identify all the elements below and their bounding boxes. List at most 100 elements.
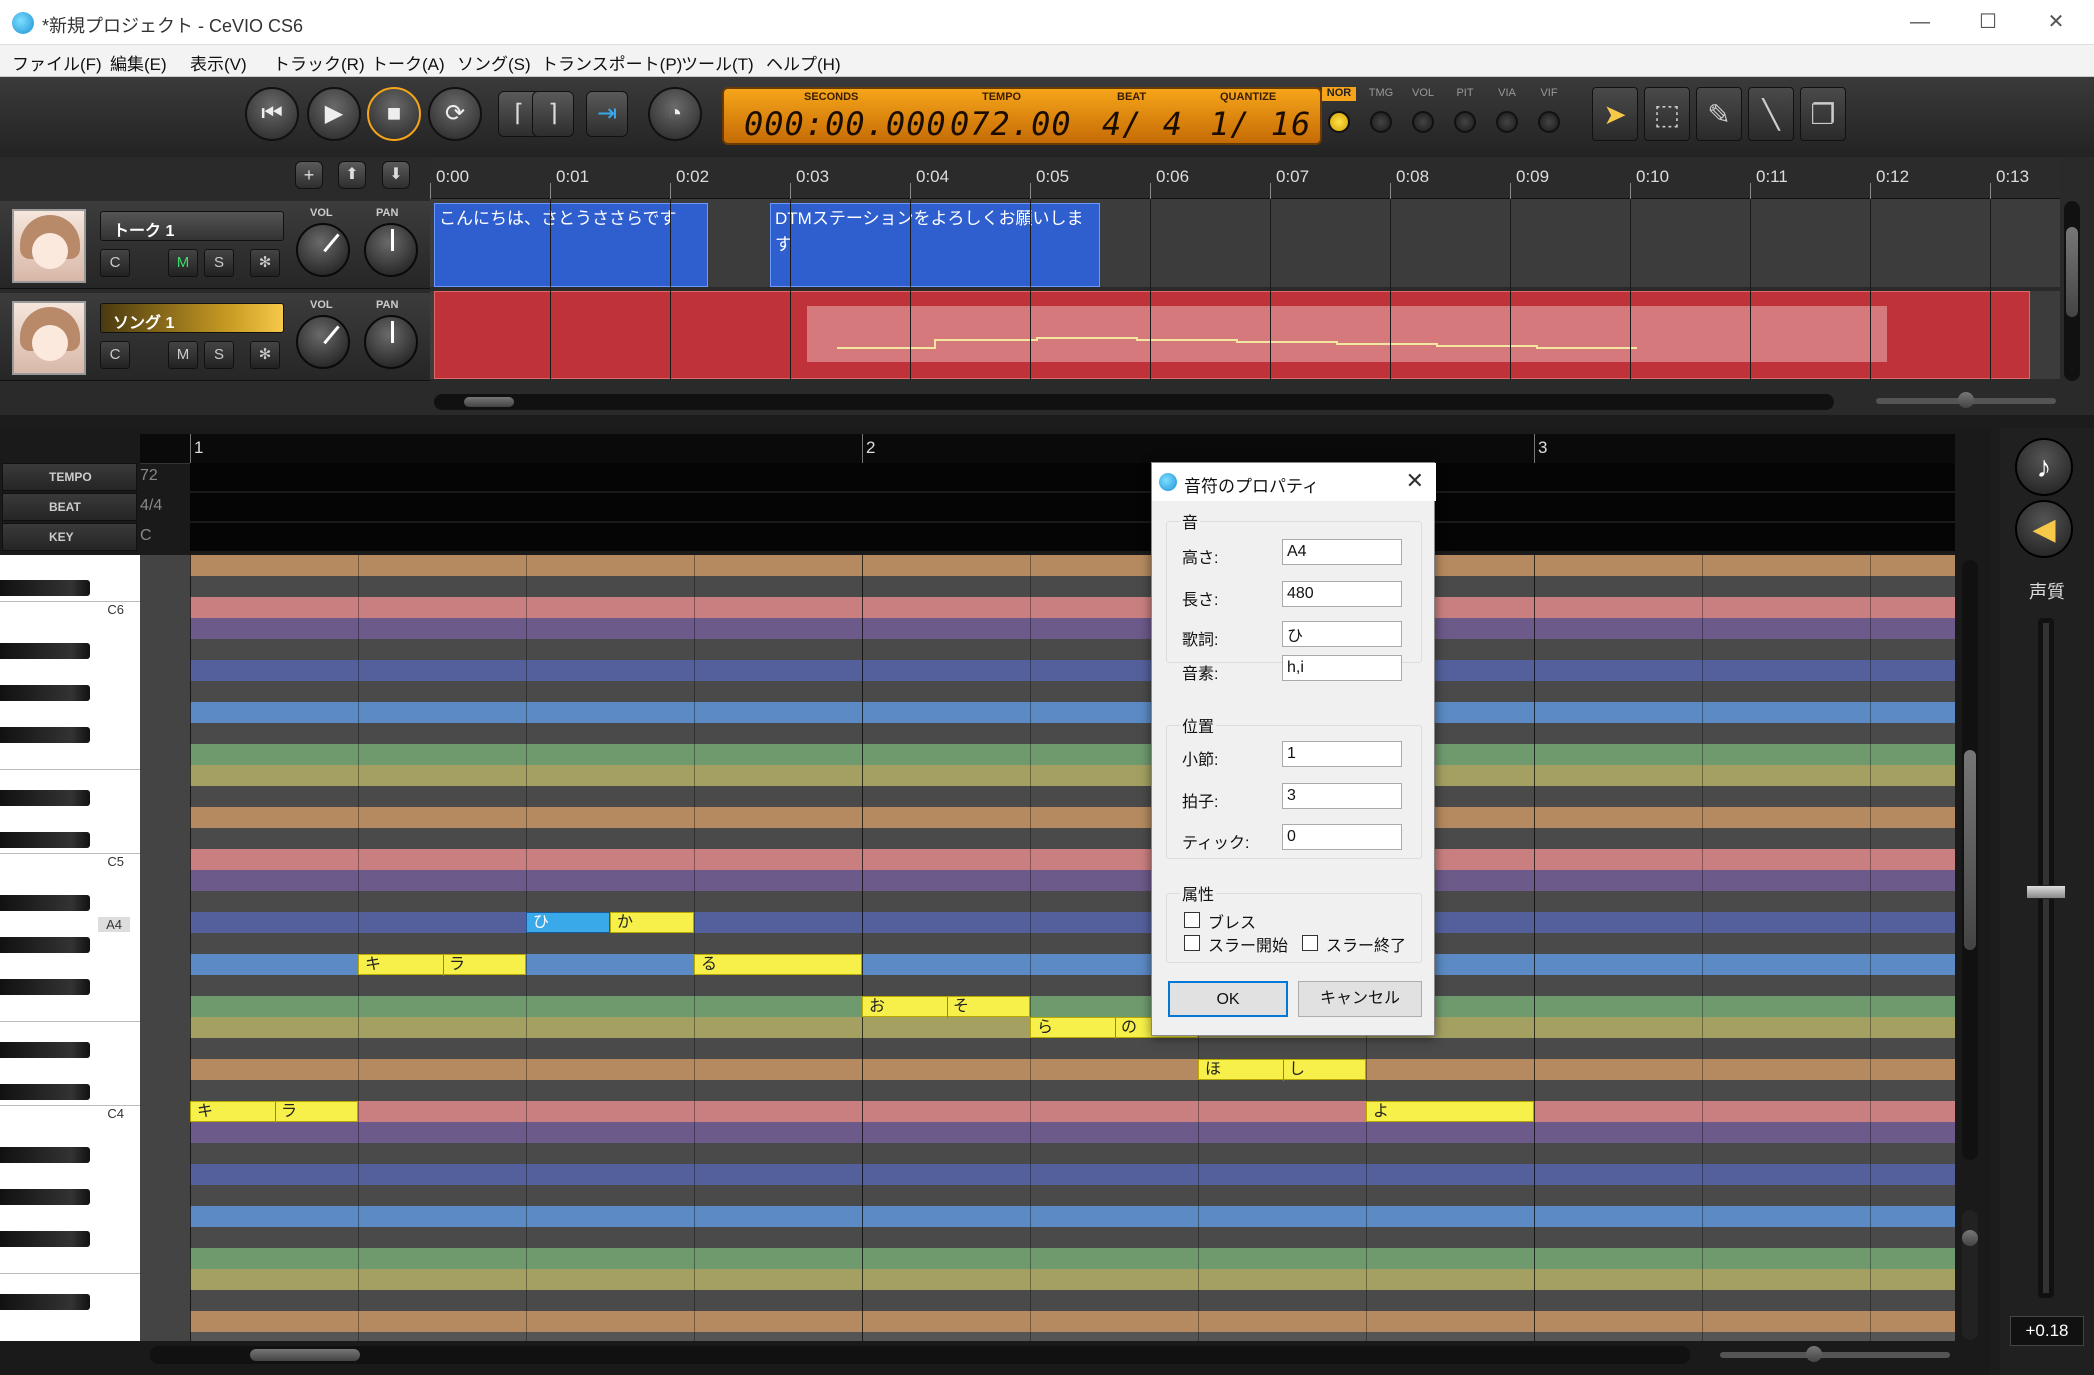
add-track-button[interactable]: +: [295, 161, 323, 189]
line-tool[interactable]: ╲: [1748, 87, 1794, 141]
solo-button[interactable]: S: [204, 249, 234, 277]
mode-tmg[interactable]: TMG: [1364, 87, 1398, 133]
measure-field[interactable]: [1282, 741, 1402, 767]
ok-button[interactable]: OK: [1168, 981, 1288, 1017]
mode-via[interactable]: VIA: [1490, 87, 1524, 133]
timeline-lanes[interactable]: こんにちは、さとうささらです DTMステーションをよろしくお願いしま す: [430, 199, 2060, 379]
loop-end-button[interactable]: ⌉: [532, 91, 574, 137]
breath-checkbox[interactable]: [1184, 912, 1200, 928]
pitch-label: 高さ:: [1182, 550, 1219, 567]
tempo-row-value[interactable]: 72: [140, 467, 158, 485]
beat-field[interactable]: [1282, 783, 1402, 809]
piano-roll-ruler[interactable]: 1 2 3: [140, 434, 1955, 464]
slur-end-checkbox[interactable]: [1302, 935, 1318, 951]
voice-quality-slider[interactable]: [2026, 618, 2066, 1298]
timeline-hscroll[interactable]: [434, 394, 1834, 410]
piano-keyboard[interactable]: C6 C5 A4 C4: [0, 555, 140, 1341]
mode-pit[interactable]: PIT: [1448, 87, 1482, 133]
volume-knob[interactable]: [296, 223, 350, 277]
pan-knob[interactable]: [364, 223, 418, 277]
key-lane[interactable]: [190, 523, 1955, 551]
piano-hscroll[interactable]: [150, 1346, 1690, 1364]
move-track-up-button[interactable]: ⬆: [338, 161, 366, 189]
fx-button[interactable]: ✻: [250, 249, 280, 277]
track-header-song[interactable]: ソング 1 C M S ✻ VOL PAN: [0, 293, 430, 381]
note-selected[interactable]: ひ: [526, 912, 610, 933]
menu-edit[interactable]: 編集(E): [110, 50, 167, 75]
track-c-button[interactable]: C: [100, 341, 130, 369]
menu-view[interactable]: 表示(V): [190, 50, 247, 75]
rewind-button[interactable]: ⏮: [245, 87, 299, 141]
move-track-down-button[interactable]: ⬇: [382, 161, 410, 189]
pan-knob[interactable]: [364, 315, 418, 369]
audio-mode-button[interactable]: ◀: [2015, 500, 2073, 558]
track-name[interactable]: トーク 1: [100, 211, 284, 241]
note-grid[interactable]: キ ラ キ ラ ひ か る お そ ら の ほ し よ: [190, 555, 1955, 1341]
track-vscroll[interactable]: [2064, 201, 2080, 381]
note[interactable]: お そ: [862, 996, 1030, 1018]
bar-number: 3: [1538, 438, 1548, 457]
menu-track[interactable]: トラック(R): [273, 50, 365, 75]
menu-file[interactable]: ファイル(F): [12, 50, 102, 75]
track-c-button[interactable]: C: [100, 249, 130, 277]
fx-button[interactable]: ✻: [250, 341, 280, 369]
lyric-field[interactable]: [1282, 621, 1402, 647]
mode-vol[interactable]: VOL: [1406, 87, 1440, 133]
follow-playhead-button[interactable]: ⇥: [586, 91, 628, 137]
stop-button[interactable]: ■: [367, 87, 421, 141]
note-mode-button[interactable]: ♪: [2015, 438, 2073, 496]
cancel-button[interactable]: キャンセル: [1298, 981, 1422, 1017]
horizontal-zoom-slider[interactable]: [1720, 1346, 1950, 1362]
tick-field[interactable]: [1282, 824, 1402, 850]
window-tool[interactable]: ❐: [1800, 87, 1846, 141]
volume-knob[interactable]: [296, 315, 350, 369]
pitch-field[interactable]: [1282, 539, 1402, 565]
note[interactable]: る: [694, 954, 862, 975]
note[interactable]: か: [610, 912, 694, 933]
track-name[interactable]: ソング 1: [100, 303, 284, 333]
menu-talk[interactable]: トーク(A): [371, 50, 445, 75]
play-button[interactable]: ▶: [307, 87, 361, 141]
note[interactable]: よ: [1366, 1101, 1534, 1122]
select-tool[interactable]: ➤: [1592, 87, 1638, 141]
track-header-talk[interactable]: トーク 1 C M S ✻ VOL PAN: [0, 201, 430, 289]
beat-row-value[interactable]: 4/4: [140, 497, 162, 515]
dialog-close-button[interactable]: ✕: [1406, 468, 1424, 494]
menu-transport[interactable]: トランスポート(P): [541, 50, 682, 75]
slider-thumb[interactable]: [2026, 885, 2066, 899]
slur-start-checkbox[interactable]: [1184, 935, 1200, 951]
pencil-tool[interactable]: ✎: [1696, 87, 1742, 141]
mute-button[interactable]: M: [168, 249, 198, 277]
phoneme-field[interactable]: [1282, 655, 1402, 681]
song-clip[interactable]: [434, 291, 2030, 379]
note[interactable]: ほ し: [1198, 1059, 1366, 1081]
close-button[interactable]: ✕: [2036, 8, 2076, 36]
solo-button[interactable]: S: [204, 341, 234, 369]
talk-clip[interactable]: DTMステーションをよろしくお願いしま す: [770, 203, 1100, 287]
note[interactable]: キ ラ: [358, 954, 526, 976]
menu-help[interactable]: ヘルプ(H): [766, 50, 841, 75]
time-tick: 0:12: [1876, 167, 1910, 186]
menu-song[interactable]: ソング(S): [457, 50, 531, 75]
note[interactable]: キ ラ: [190, 1101, 358, 1123]
timeline-zoom-slider[interactable]: [1876, 392, 2056, 408]
maximize-button[interactable]: ☐: [1968, 8, 2008, 36]
vertical-zoom-slider[interactable]: [1962, 1210, 1978, 1340]
mode-nor[interactable]: NOR: [1322, 87, 1356, 133]
beat-lane[interactable]: [190, 493, 1955, 521]
menu-tools[interactable]: ツール(T): [681, 50, 754, 75]
mode-vif[interactable]: VIF: [1532, 87, 1566, 133]
play-icon: ▶: [324, 100, 344, 127]
tempo-lane[interactable]: [190, 463, 1955, 491]
key-row-value[interactable]: C: [140, 527, 152, 545]
range-select-tool[interactable]: ⬚: [1644, 87, 1690, 141]
timeline-ruler[interactable]: 0:00 0:01 0:02 0:03 0:04 0:05 0:06 0:07 …: [430, 157, 2060, 199]
breath-label: ブレス: [1208, 915, 1257, 932]
mute-button[interactable]: M: [168, 341, 198, 369]
minimize-button[interactable]: —: [1900, 8, 1940, 36]
loop-button[interactable]: ⟳: [428, 87, 482, 141]
metronome-knob[interactable]: ◔: [648, 87, 702, 141]
length-field[interactable]: [1282, 581, 1402, 607]
talk-clip[interactable]: こんにちは、さとうささらです: [434, 203, 708, 287]
piano-vscroll[interactable]: [1962, 560, 1978, 1160]
